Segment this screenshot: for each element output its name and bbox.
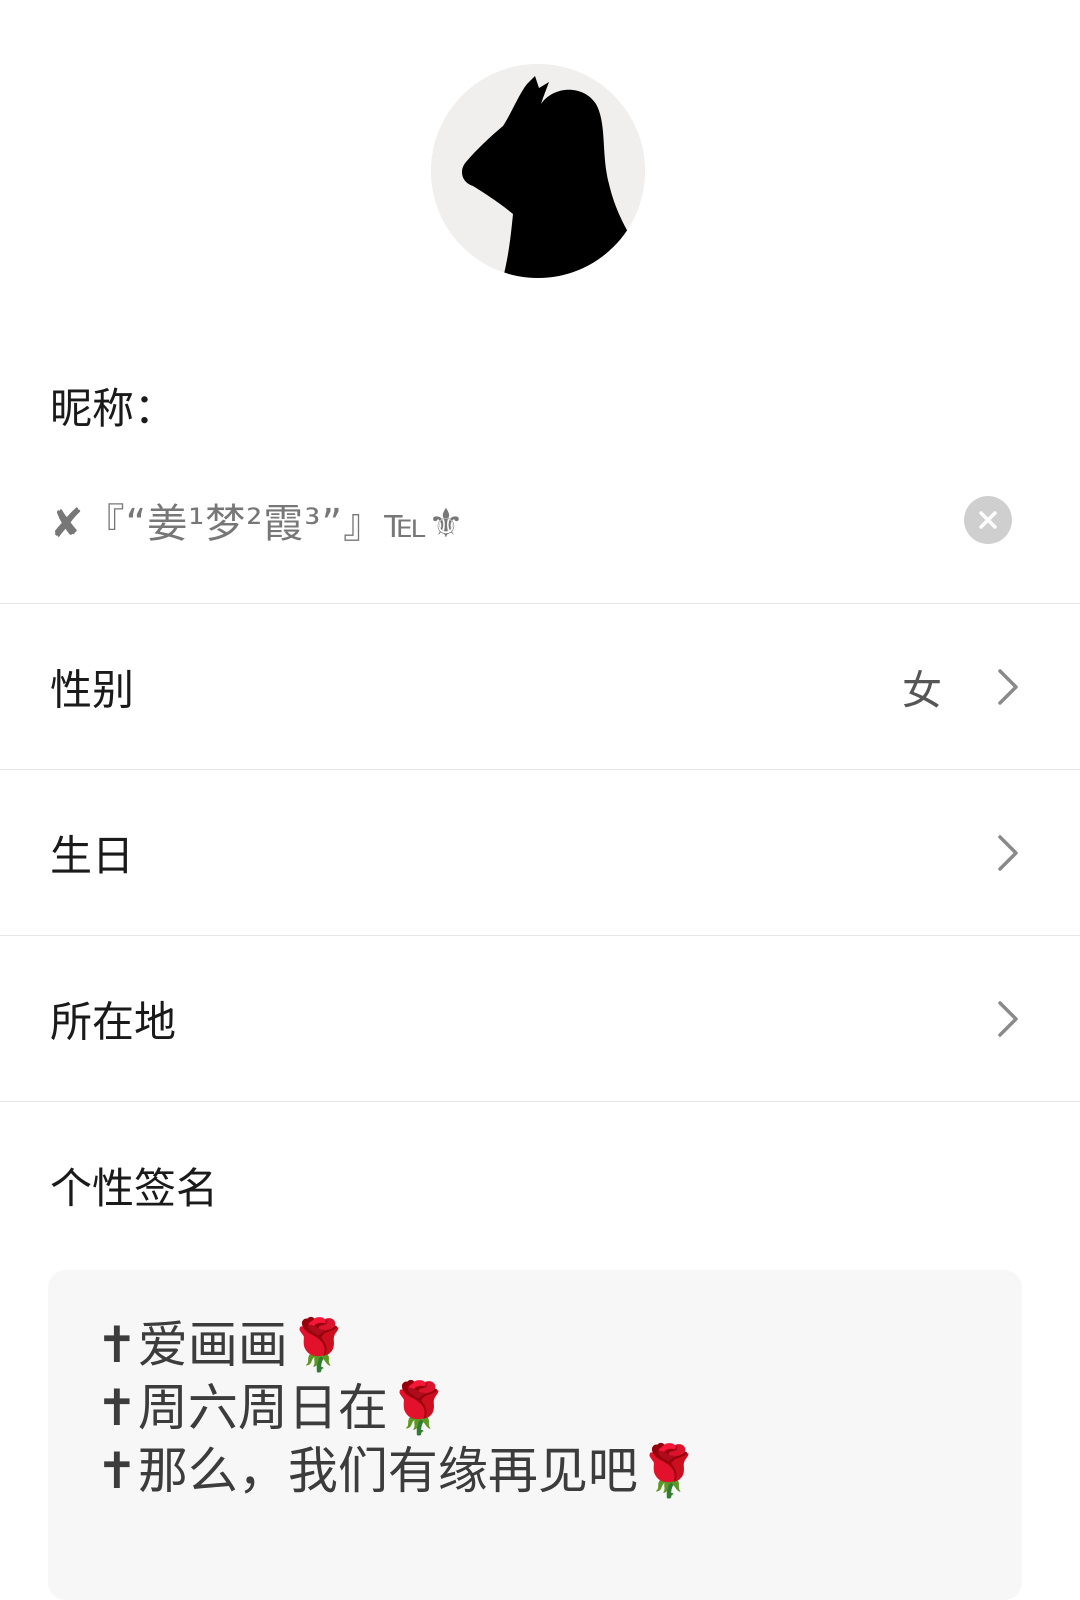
nickname-label: 昵称： bbox=[50, 384, 177, 433]
silhouette-avatar-icon bbox=[431, 64, 645, 278]
avatar[interactable] bbox=[431, 64, 645, 278]
location-label: 所在地 bbox=[50, 997, 177, 1047]
gender-value: 女 bbox=[902, 668, 942, 714]
gender-label: 性别 bbox=[50, 665, 135, 715]
signature-line: ✝那么，我们有缘再见吧🌹 bbox=[96, 1442, 701, 1500]
chevron-right-icon bbox=[998, 669, 1018, 705]
birthday-label: 生日 bbox=[50, 831, 135, 881]
chevron-right-icon bbox=[998, 835, 1018, 871]
signature-line: ✝爱画画🌹 bbox=[96, 1316, 351, 1374]
nickname-input[interactable]: ✘『“姜¹梦²霞³”』℡⚜ bbox=[50, 490, 1022, 550]
nickname-value: ✘『“姜¹梦²霞³”』℡⚜ bbox=[50, 501, 465, 547]
signature-line: ✝周六周日在🌹 bbox=[96, 1379, 451, 1437]
location-row[interactable]: 所在地 bbox=[0, 936, 1080, 1102]
divider bbox=[0, 1101, 1080, 1102]
chevron-right-icon bbox=[998, 1001, 1018, 1037]
birthday-row[interactable]: 生日 bbox=[0, 770, 1080, 936]
clear-nickname-button[interactable] bbox=[964, 496, 1012, 544]
signature-label: 个性签名 bbox=[50, 1164, 219, 1213]
close-circle-icon bbox=[979, 511, 997, 529]
gender-row[interactable]: 性别 女 bbox=[0, 604, 1080, 770]
